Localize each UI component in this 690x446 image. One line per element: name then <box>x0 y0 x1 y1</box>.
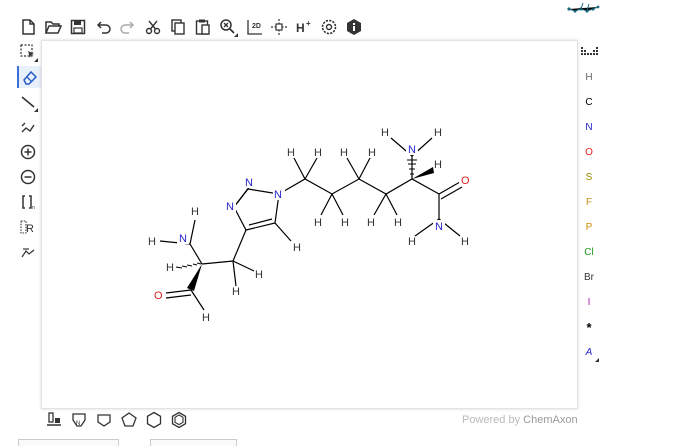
svg-text:H: H <box>367 217 375 229</box>
atom-button-h[interactable]: H <box>578 66 600 88</box>
svg-text:H: H <box>341 217 349 229</box>
svg-text:H: H <box>408 236 416 248</box>
decrease-charge-tool[interactable] <box>17 166 39 188</box>
chemaxon-logo <box>565 0 603 13</box>
atom-label: O <box>461 175 470 187</box>
svg-text:N: N <box>76 421 80 427</box>
benzene-template-icon[interactable]: N <box>68 409 90 431</box>
svg-text:H: H <box>191 206 199 218</box>
aromatize-icon[interactable] <box>268 16 290 38</box>
periodic-table-icon[interactable] <box>578 41 600 63</box>
rgroup-tool[interactable]: R <box>17 216 39 238</box>
benzene-ring-template-icon[interactable] <box>168 409 190 431</box>
atom-button-br[interactable]: Br <box>578 266 600 288</box>
increase-charge-tool[interactable] <box>17 141 39 163</box>
svg-text:H: H <box>434 127 442 139</box>
svg-text:H: H <box>287 147 295 159</box>
svg-text:H: H <box>202 312 210 324</box>
cyclopropane-template-icon[interactable] <box>93 409 115 431</box>
drawing-canvas[interactable]: N N N N N N O O H H H H H H H H H H H H … <box>41 40 578 409</box>
open-folder-icon[interactable] <box>42 16 64 38</box>
redo-icon[interactable] <box>117 16 139 38</box>
svg-text:n: n <box>32 205 35 211</box>
svg-text:H: H <box>394 217 402 229</box>
atom-button-o[interactable]: O <box>578 141 600 163</box>
atom-label: O <box>154 290 163 302</box>
add-hydrogens-icon[interactable]: H + <box>293 16 315 38</box>
svg-text:H: H <box>166 262 174 274</box>
atom-button-i[interactable]: I <box>578 291 600 313</box>
atom-button-cl[interactable]: Cl <box>578 241 600 263</box>
atom-label: N <box>245 177 253 189</box>
svg-text:H: H <box>255 269 263 281</box>
svg-text:H: H <box>148 236 156 248</box>
zoom-icon[interactable] <box>217 16 239 38</box>
svg-text:H: H <box>434 159 442 171</box>
clean-2d-icon[interactable]: 2D <box>243 16 265 38</box>
save-icon[interactable] <box>67 16 89 38</box>
svg-text:H: H <box>314 147 322 159</box>
undo-icon[interactable] <box>92 16 114 38</box>
single-bond-tool[interactable] <box>17 91 39 113</box>
svg-text:H: H <box>381 127 389 139</box>
atom-label: N <box>274 189 282 201</box>
svg-text:H: H <box>340 147 348 159</box>
atom-button-any[interactable]: * <box>578 316 600 338</box>
cut-icon[interactable] <box>142 16 164 38</box>
copy-icon[interactable] <box>167 16 189 38</box>
bottom-tab[interactable] <box>150 439 237 446</box>
atom-button-a[interactable]: A <box>578 341 600 363</box>
powered-by-label: Powered by <box>462 414 521 426</box>
bottom-tab[interactable] <box>18 439 119 446</box>
chain-tool[interactable] <box>17 116 39 138</box>
template-library-icon[interactable] <box>43 409 65 431</box>
reaction-arrow-tool[interactable] <box>17 241 39 263</box>
svg-text:H: H <box>232 286 240 298</box>
svg-text:H: H <box>461 236 469 248</box>
svg-text:H: H <box>314 217 322 229</box>
atom-label: N <box>435 221 443 233</box>
svg-text:H: H <box>296 21 305 35</box>
svg-text:+: + <box>306 19 311 28</box>
powered-by-text: Powered by ChemAxon <box>462 414 578 426</box>
cyclohexane-template-icon[interactable] <box>143 409 165 431</box>
new-document-icon[interactable] <box>17 16 39 38</box>
molecule-structure: N N N N N N O O H H H H H H H H H H H H … <box>148 127 471 324</box>
atom-button-p[interactable]: P <box>578 216 600 238</box>
brand-name: ChemAxon <box>523 414 578 426</box>
svg-text:H: H <box>368 147 376 159</box>
settings-icon[interactable] <box>318 16 340 38</box>
cyclopentane-template-icon[interactable] <box>118 409 140 431</box>
atom-button-n[interactable]: N <box>578 116 600 138</box>
atom-labels: N N N N N N O O H H H H H H H H H H H H … <box>148 127 471 324</box>
info-icon[interactable] <box>343 16 365 38</box>
atom-button-c[interactable]: C <box>578 91 600 113</box>
atom-label: N <box>226 201 234 213</box>
svg-text:H: H <box>293 242 301 254</box>
sgroup-tool[interactable]: n <box>17 191 39 213</box>
svg-text:R: R <box>26 223 34 235</box>
atom-button-s[interactable]: S <box>578 166 600 188</box>
svg-text:2D: 2D <box>252 23 261 30</box>
paste-icon[interactable] <box>192 16 214 38</box>
atom-button-f[interactable]: F <box>578 191 600 213</box>
atom-label: N <box>408 144 416 156</box>
erase-tool[interactable] <box>17 66 41 88</box>
select-tool[interactable] <box>17 41 39 63</box>
atom-label: N <box>179 233 187 245</box>
